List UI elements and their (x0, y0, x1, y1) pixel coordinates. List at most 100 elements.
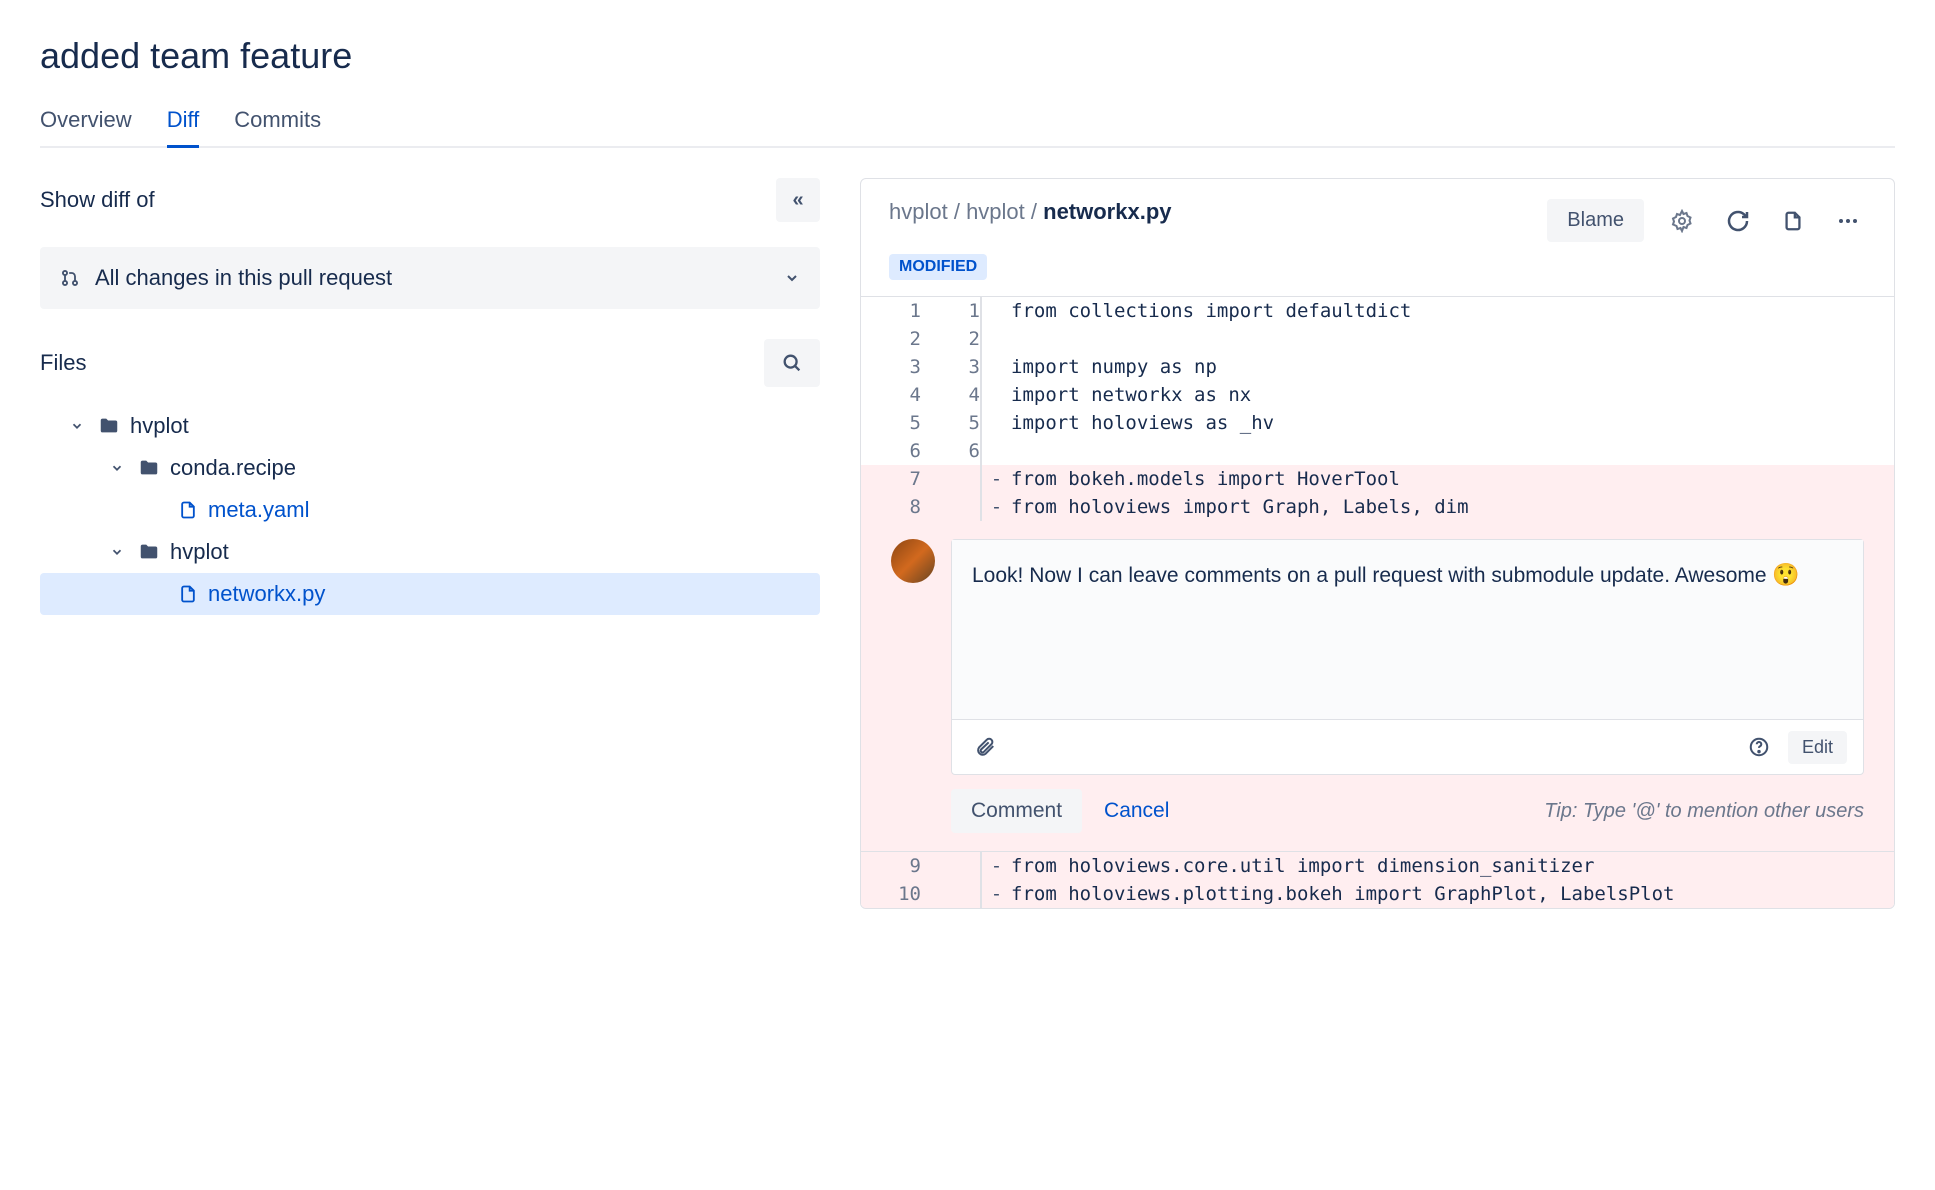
folder-icon (98, 415, 120, 437)
diff-line[interactable]: 22 (861, 325, 1894, 353)
diff-table: 11from collections import defaultdict223… (861, 296, 1894, 521)
code-content: import networkx as nx (1011, 381, 1894, 409)
tree-label: conda.recipe (170, 455, 296, 481)
refresh-button[interactable] (1720, 203, 1756, 239)
more-horizontal-icon (1836, 209, 1860, 233)
new-line-number: 6 (921, 437, 981, 465)
diff-of-title: Show diff of (40, 187, 155, 213)
diff-marker: - (981, 493, 1011, 521)
open-file-button[interactable] (1776, 204, 1810, 238)
code-content: from holoviews.core.util import dimensio… (1011, 852, 1894, 881)
file-icon (178, 500, 198, 520)
diff-line[interactable]: 66 (861, 437, 1894, 465)
new-line-number: 3 (921, 353, 981, 381)
settings-button[interactable] (1664, 203, 1700, 239)
diff-line[interactable]: 33 import numpy as np (861, 353, 1894, 381)
diff-marker: - (981, 465, 1011, 493)
comment-composer: Look! Now I can leave comments on a pull… (891, 539, 1864, 775)
tree-label: hvplot (170, 539, 229, 565)
tree-folder-conda-recipe[interactable]: conda.recipe (40, 447, 820, 489)
help-button[interactable] (1742, 730, 1776, 764)
search-icon (781, 352, 803, 374)
old-line-number: 3 (861, 353, 921, 381)
new-line-number: 5 (921, 409, 981, 437)
old-line-number: 10 (861, 880, 921, 908)
diff-line[interactable]: 10 -from holoviews.plotting.bokeh import … (861, 880, 1894, 908)
code-content (1011, 325, 1894, 353)
diff-marker: - (981, 880, 1011, 908)
file-icon (178, 584, 198, 604)
diff-marker: - (981, 852, 1011, 881)
page-title: added team feature (40, 35, 1895, 77)
old-line-number: 5 (861, 409, 921, 437)
tree-folder-hvplot[interactable]: hvplot (40, 405, 820, 447)
diff-line[interactable]: 44 import networkx as nx (861, 381, 1894, 409)
code-content: from holoviews.plotting.bokeh import Gra… (1011, 880, 1894, 908)
diff-line[interactable]: 8 -from holoviews import Graph, Labels, d… (861, 493, 1894, 521)
comment-textarea[interactable]: Look! Now I can leave comments on a pull… (952, 540, 1863, 720)
folder-icon (138, 457, 160, 479)
new-line-number: 2 (921, 325, 981, 353)
diff-marker (981, 297, 1011, 326)
code-content: import numpy as np (1011, 353, 1894, 381)
old-line-number: 4 (861, 381, 921, 409)
help-circle-icon (1748, 736, 1770, 758)
gear-icon (1670, 209, 1694, 233)
old-line-number: 8 (861, 493, 921, 521)
code-content: from holoviews import Graph, Labels, dim (1011, 493, 1894, 521)
collapse-sidebar-button[interactable]: « (776, 178, 820, 222)
tree-label: networkx.py (208, 581, 325, 607)
tree-file-meta-yaml[interactable]: meta.yaml (40, 489, 820, 531)
new-line-number (921, 880, 981, 908)
diff-line[interactable]: 7-from bokeh.models import HoverTool (861, 465, 1894, 493)
code-content: import holoviews as _hv (1011, 409, 1894, 437)
diff-marker (981, 437, 1011, 465)
tab-diff[interactable]: Diff (167, 107, 200, 148)
diff-marker (981, 325, 1011, 353)
new-line-number (921, 465, 981, 493)
diff-marker (981, 409, 1011, 437)
refresh-icon (1726, 209, 1750, 233)
mention-tip: Tip: Type '@' to mention other users (1544, 800, 1864, 823)
status-badge-modified: MODIFIED (889, 254, 987, 280)
blame-button[interactable]: Blame (1547, 199, 1644, 242)
pull-request-icon (60, 268, 80, 288)
attach-file-button[interactable] (968, 730, 1002, 764)
new-line-number: 1 (921, 297, 981, 326)
tree-label: meta.yaml (208, 497, 309, 523)
diff-table-continued: 9-from holoviews.core.util import dimens… (861, 851, 1894, 908)
file-icon (1782, 210, 1804, 232)
more-actions-button[interactable] (1830, 203, 1866, 239)
cancel-link[interactable]: Cancel (1104, 799, 1169, 823)
edit-button[interactable]: Edit (1788, 731, 1847, 764)
diff-marker (981, 353, 1011, 381)
tab-overview[interactable]: Overview (40, 107, 132, 146)
new-line-number: 4 (921, 381, 981, 409)
code-content: from collections import defaultdict (1011, 297, 1894, 326)
submit-comment-button[interactable]: Comment (951, 789, 1082, 833)
old-line-number: 7 (861, 465, 921, 493)
diff-line[interactable]: 55 import holoviews as _hv (861, 409, 1894, 437)
files-title: Files (40, 350, 86, 376)
old-line-number: 2 (861, 325, 921, 353)
search-files-button[interactable] (764, 339, 820, 387)
diff-line[interactable]: 11 from collections import defaultdict (861, 297, 1894, 326)
tab-bar: Overview Diff Commits (40, 107, 1895, 148)
emoji-astonished: 😲 (1772, 562, 1799, 587)
new-line-number (921, 852, 981, 881)
tab-commits[interactable]: Commits (234, 107, 321, 146)
avatar (891, 539, 935, 583)
old-line-number: 1 (861, 297, 921, 326)
chevron-down-icon (110, 461, 128, 475)
tree-label: hvplot (130, 413, 189, 439)
chevron-down-icon (110, 545, 128, 559)
folder-icon (138, 541, 160, 563)
old-line-number: 6 (861, 437, 921, 465)
diff-line[interactable]: 9-from holoviews.core.util import dimens… (861, 852, 1894, 881)
tree-folder-hvplot-inner[interactable]: hvplot (40, 531, 820, 573)
chevron-left-double-icon: « (792, 189, 803, 212)
tree-file-networkx-py[interactable]: networkx.py (40, 573, 820, 615)
diff-scope-selector[interactable]: All changes in this pull request (40, 247, 820, 309)
diff-marker (981, 381, 1011, 409)
code-content (1011, 437, 1894, 465)
